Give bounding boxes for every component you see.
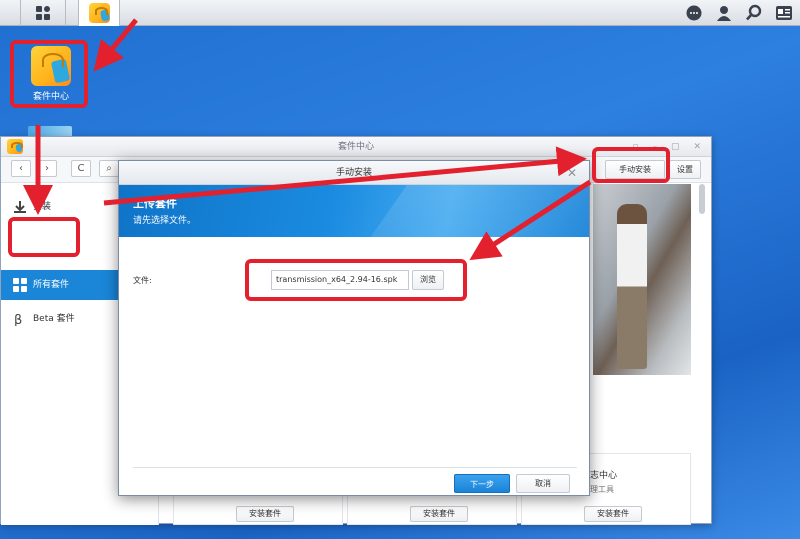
install-package-button[interactable]: 安装套件 — [236, 506, 294, 522]
divider — [133, 467, 577, 468]
widgets-icon[interactable] — [774, 3, 794, 23]
banner-subtitle: 请先选择文件。 — [133, 216, 197, 226]
dialog-title-bar: 手动安装 ✕ — [119, 161, 589, 185]
package-subtitle: 理工具 — [590, 485, 614, 494]
manual-install-button[interactable]: 手动安装 — [605, 160, 665, 179]
close-icon[interactable]: ✕ — [693, 137, 701, 157]
package-center-icon — [89, 3, 110, 23]
pin-icon[interactable]: ▫ — [632, 137, 638, 157]
svg-text:β: β — [14, 313, 22, 326]
manual-install-dialog: 手动安装 ✕ 上传套件 请先选择文件。 文件: transmission_x64… — [118, 160, 590, 496]
file-label: 文件: — [133, 276, 152, 285]
desktop-icon-label: 套件中心 — [32, 92, 69, 102]
next-button[interactable]: 下一步 — [454, 474, 510, 493]
featured-banner-image — [593, 184, 691, 375]
close-icon[interactable]: ✕ — [567, 161, 577, 185]
taskbar-package-center[interactable] — [78, 0, 120, 26]
cancel-button[interactable]: 取消 — [516, 474, 570, 493]
package-center-icon — [31, 46, 71, 86]
desktop-package-center[interactable]: 套件中心 — [15, 44, 87, 106]
chat-icon[interactable] — [684, 3, 704, 23]
window-title-bar: 套件中心 ▫ – ▢ ✕ — [1, 137, 711, 157]
search-icon[interactable] — [744, 3, 764, 23]
window-title: 套件中心 — [337, 142, 374, 152]
download-icon — [14, 201, 26, 213]
package-title: 志中心 — [590, 471, 618, 481]
maximize-icon[interactable]: ▢ — [671, 137, 680, 157]
settings-button[interactable]: 设置 — [669, 160, 701, 179]
install-package-button[interactable]: 安装套件 — [584, 506, 642, 522]
taskbar-tray — [684, 3, 794, 23]
main-menu-icon — [36, 6, 51, 20]
dialog-banner: 上传套件 请先选择文件。 — [119, 185, 589, 237]
taskbar — [0, 0, 800, 26]
beta-icon: β — [14, 313, 22, 326]
forward-button[interactable]: › — [37, 160, 57, 177]
main-menu-button[interactable] — [20, 0, 66, 26]
search-button[interactable]: ⌕ — [99, 160, 119, 177]
back-button[interactable]: ‹ — [11, 160, 31, 177]
package-center-icon — [7, 139, 23, 154]
window-controls: ▫ – ▢ ✕ — [632, 137, 701, 157]
minimize-icon[interactable]: – — [652, 137, 657, 157]
sidebar-item-label: 安装 — [33, 202, 52, 212]
dialog-title: 手动安装 — [335, 168, 372, 178]
user-icon[interactable] — [714, 3, 734, 23]
browse-button[interactable]: 浏览 — [412, 270, 444, 290]
sidebar-item-label: 所有套件 — [33, 280, 70, 290]
banner-title: 上传套件 — [133, 197, 177, 210]
file-input[interactable]: transmission_x64_2.94-16.spk — [271, 270, 409, 290]
refresh-button[interactable]: C — [71, 160, 91, 177]
sidebar-item-label: Beta 套件 — [33, 314, 75, 324]
arrow-to-desktop-icon — [93, 18, 138, 72]
grid-icon — [13, 278, 27, 292]
install-package-button[interactable]: 安装套件 — [410, 506, 468, 522]
scrollbar[interactable] — [699, 184, 705, 214]
